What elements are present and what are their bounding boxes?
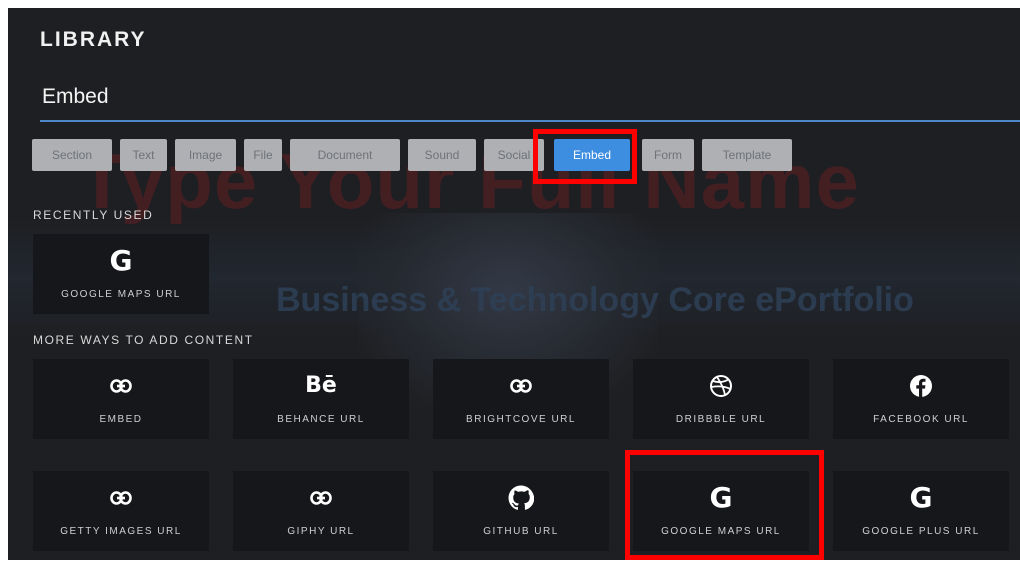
google-icon: G [909,481,933,514]
link-icon [433,373,609,399]
tile-label: GIPHY URL [287,526,355,537]
screenshot-frame: Type Your Full Name Business & Technolog… [0,0,1020,563]
tile-label: BRIGHTCOVE URL [466,414,576,425]
tab-form[interactable]: Form [642,139,694,171]
tab-sound[interactable]: Sound [408,139,476,171]
getty-images-url-tile[interactable]: GETTY IMAGES URL [33,471,209,551]
link-icon [233,485,409,511]
tab-section[interactable]: Section [32,139,112,171]
behance-icon: Bē [305,373,337,398]
google-maps-url-tile[interactable]: G GOOGLE MAPS URL [633,471,809,551]
github-url-tile[interactable]: GITHUB URL [433,471,609,551]
brightcove-url-tile[interactable]: BRIGHTCOVE URL [433,359,609,439]
recently-used-label: RECENTLY USED [33,208,154,222]
tab-embed[interactable]: Embed [554,139,630,171]
github-icon [433,485,609,511]
embed-tile[interactable]: EMBED [33,359,209,439]
google-plus-url-tile[interactable]: G GOOGLE PLUS URL [833,471,1009,551]
tile-label: GOOGLE MAPS URL [661,526,781,537]
google-icon: G [709,481,733,514]
tab-text[interactable]: Text [120,139,167,171]
tab-template[interactable]: Template [702,139,792,171]
tile-label: GOOGLE MAPS URL [61,289,181,300]
dribbble-url-tile[interactable]: DRIBBBLE URL [633,359,809,439]
dribbble-icon [633,373,809,399]
library-panel: Type Your Full Name Business & Technolog… [8,8,1020,560]
heading-underline [40,120,1020,122]
tile-label: GOOGLE PLUS URL [862,526,980,537]
link-icon [33,485,209,511]
tab-document[interactable]: Document [290,139,400,171]
behance-url-tile[interactable]: Bē BEHANCE URL [233,359,409,439]
tab-file[interactable]: File [244,139,282,171]
more-ways-label: MORE WAYS TO ADD CONTENT [33,333,254,347]
facebook-icon [833,373,1009,399]
facebook-url-tile[interactable]: FACEBOOK URL [833,359,1009,439]
background-site-subtitle: Business & Technology Core ePortfolio [276,281,914,319]
tile-label: BEHANCE URL [277,414,365,425]
recent-google-maps-url-tile[interactable]: G GOOGLE MAPS URL [33,234,209,314]
tile-label: EMBED [99,414,143,425]
tile-label: FACEBOOK URL [873,414,969,425]
tab-image[interactable]: Image [175,139,236,171]
library-title: LIBRARY [40,28,147,51]
tile-label: GETTY IMAGES URL [60,526,182,537]
giphy-url-tile[interactable]: GIPHY URL [233,471,409,551]
tile-label: GITHUB URL [483,526,559,537]
tile-label: DRIBBBLE URL [675,414,767,425]
google-icon: G [109,244,133,277]
tab-social[interactable]: Social [484,139,544,171]
link-icon [33,373,209,399]
category-heading: Embed [42,85,109,108]
